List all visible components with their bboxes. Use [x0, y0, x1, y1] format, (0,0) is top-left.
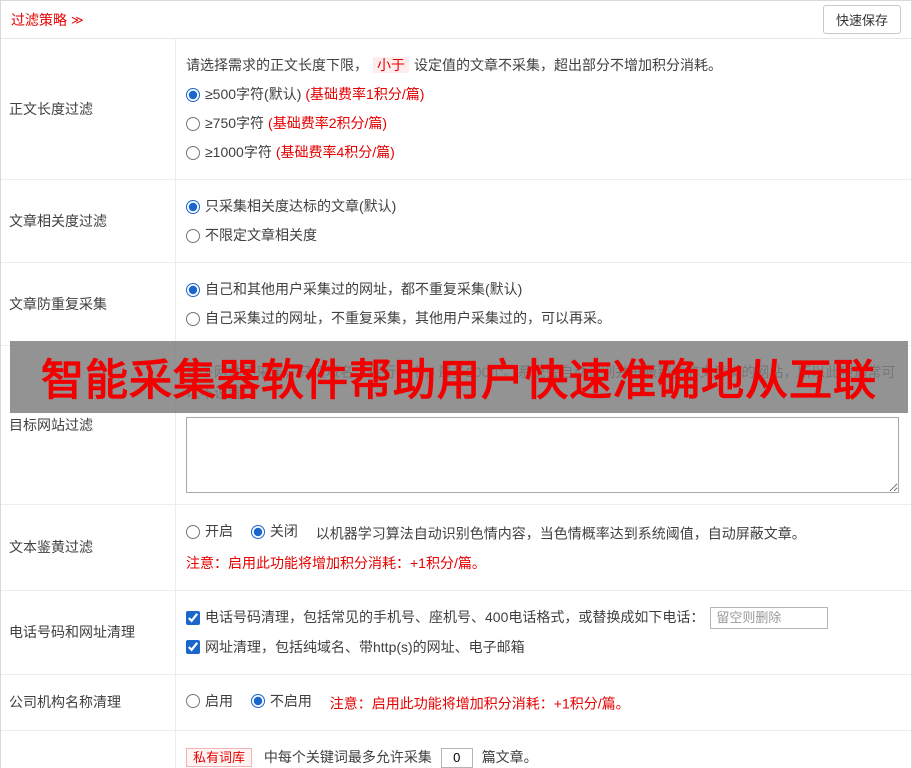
company-disable-option[interactable]: 不启用: [250, 691, 312, 712]
option-text: 不启用: [269, 692, 312, 709]
relevance-content: 只采集相关度达标的文章(默认) 不限定文章相关度: [176, 180, 911, 262]
dedupe-self-radio[interactable]: [186, 311, 200, 326]
phone-url-label: 电话号码和网址清理: [1, 590, 176, 674]
row-dedupe: 文章防重复采集 自己和其他用户采集过的网址，都不重复采集(默认) 自己采集过的网…: [1, 263, 911, 346]
company-note: 注意：启用此功能将增加积分消耗：+1积分/篇。: [329, 695, 630, 711]
option-note: (基础费率4积分/篇): [275, 144, 395, 160]
page-title-wrap[interactable]: 过滤策略 ≫: [11, 10, 84, 30]
row-relevance: 文章相关度过滤 只采集相关度达标的文章(默认) 不限定文章相关度: [1, 180, 911, 263]
length-750-radio[interactable]: [186, 116, 200, 131]
option-text: 开启: [205, 523, 233, 539]
porn-filter-desc: 以机器学习算法自动识别色情内容，当色情概率达到系统阈值，自动屏蔽文章。: [315, 525, 806, 542]
row-keyword-dedupe: 关键词防重复采集 私有词库 中每个关键词最多允许采集 篇文章。 如果留空或设为0…: [1, 731, 911, 768]
row-body-length: 正文长度过滤 请选择需求的正文长度下限， 小于 设定值的文章不采集，超出部分不增加积…: [1, 39, 911, 180]
row-company-clean: 公司机构名称清理 启用 不启用 注意：启用此功能将增加积分消耗：+1积分/篇。: [1, 674, 911, 731]
filter-settings-page: 过滤策略 ≫ 快速保存 正文长度过滤 请选择需求的正文长度下限， 小于 设定值的文章…: [0, 0, 912, 768]
double-chevron-icon[interactable]: ≫: [71, 13, 84, 27]
option-text: 关闭: [269, 523, 298, 539]
intro-post: 设定值的文章不采集，超出部分不增加积分消耗。: [414, 57, 722, 73]
relevance-option-strict[interactable]: 只采集相关度达标的文章(默认): [186, 196, 899, 217]
option-text: ≥500字符(默认): [205, 86, 302, 102]
porn-on-radio[interactable]: [186, 524, 200, 539]
option-text: 自己和其他用户采集过的网址，都不重复采集(默认): [205, 281, 523, 297]
porn-filter-label: 文本鉴黄过滤: [1, 505, 176, 590]
blocked-sites-textarea[interactable]: [186, 417, 899, 493]
length-500-radio[interactable]: [186, 87, 200, 102]
relevance-any-radio[interactable]: [186, 228, 200, 243]
relevance-strict-radio[interactable]: [186, 199, 200, 214]
url-clean-option[interactable]: 网址清理，包括纯域名、带http(s)的网址、电子邮箱: [186, 637, 899, 658]
body-length-intro: 请选择需求的正文长度下限， 小于 设定值的文章不采集，超出部分不增加积分消耗。: [186, 55, 899, 76]
porn-filter-note: 注意：启用此功能将增加积分消耗：+1积分/篇。: [186, 554, 486, 571]
page-title: 过滤策略: [11, 11, 67, 28]
option-text: 网址清理，包括纯域名、带http(s)的网址、电子邮箱: [205, 638, 525, 655]
limit-text-end: 篇文章。: [481, 749, 538, 765]
option-text: ≥1000字符: [205, 144, 272, 160]
keyword-dedupe-label: 关键词防重复采集: [1, 731, 176, 768]
keyword-limit-line: 私有词库 中每个关键词最多允许采集 篇文章。: [186, 747, 899, 768]
company-enable-option[interactable]: 启用: [186, 691, 233, 712]
dedupe-option-self[interactable]: 自己采集过的网址，不重复采集，其他用户采集过的，可以再采。: [186, 308, 899, 329]
porn-filter-options-line: 开启 关闭 以机器学习算法自动识别色情内容，当色情概率达到系统阈值，自动屏蔽文章…: [186, 521, 899, 545]
dedupe-label: 文章防重复采集: [1, 263, 176, 345]
top-bar: 过滤策略 ≫ 快速保存: [1, 1, 911, 39]
row-phone-url-clean: 电话号码和网址清理 电话号码清理，包括常见的手机号、座机号、400电话格式，或替…: [1, 590, 911, 675]
option-note: (基础费率2积分/篇): [268, 115, 388, 131]
watermark-text: 智能采集器软件帮助用户快速准确地从互联: [41, 357, 877, 405]
relevance-label: 文章相关度过滤: [1, 180, 176, 262]
option-text: 电话号码清理，包括常见的手机号、座机号、400电话格式，或替换成如下电话：: [205, 609, 705, 625]
body-length-content: 请选择需求的正文长度下限， 小于 设定值的文章不采集，超出部分不增加积分消耗。 ≥5…: [176, 39, 911, 179]
company-disable-radio[interactable]: [250, 694, 265, 708]
phone-url-content: 电话号码清理，包括常见的手机号、座机号、400电话格式，或替换成如下电话： 网址…: [176, 591, 911, 674]
private-lexicon-tag[interactable]: 私有词库: [186, 748, 253, 767]
length-option-750[interactable]: ≥750字符 (基础费率2积分/篇): [186, 113, 899, 134]
porn-filter-content: 开启 关闭 以机器学习算法自动识别色情内容，当色情概率达到系统阈值，自动屏蔽文章…: [176, 505, 911, 590]
option-text: 只采集相关度达标的文章(默认): [205, 198, 397, 214]
replacement-phone-input[interactable]: [710, 606, 829, 629]
porn-on-option[interactable]: 开启: [186, 521, 233, 542]
phone-clean-checkbox[interactable]: [186, 610, 200, 625]
option-text: 自己采集过的网址，不重复采集，其他用户采集过的，可以再采。: [205, 310, 611, 326]
watermark-banner: 智能采集器软件帮助用户快速准确地从互联: [10, 341, 908, 413]
url-clean-checkbox[interactable]: [186, 640, 200, 654]
limit-text-mid: 中每个关键词最多允许采集: [263, 749, 432, 765]
dedupe-option-global[interactable]: 自己和其他用户采集过的网址，都不重复采集(默认): [186, 279, 899, 300]
option-text: ≥750字符: [205, 115, 265, 131]
row-porn-filter: 文本鉴黄过滤 开启 关闭 以机器学习算法自动识别色情内容，当色情概率达到系统阈值…: [1, 505, 911, 591]
keyword-dedupe-content: 私有词库 中每个关键词最多允许采集 篇文章。 如果留空或设为0，则不限篇数。 如…: [176, 731, 911, 768]
keyword-count-input[interactable]: [440, 747, 473, 768]
length-option-1000[interactable]: ≥1000字符 (基础费率4积分/篇): [186, 142, 899, 163]
body-length-label: 正文长度过滤: [1, 39, 176, 179]
dedupe-global-radio[interactable]: [186, 282, 200, 297]
intro-pre: 请选择需求的正文长度下限，: [186, 57, 368, 73]
phone-clean-line: 电话号码清理，包括常见的手机号、座机号、400电话格式，或替换成如下电话：: [186, 606, 899, 629]
intro-highlight: 小于: [373, 57, 409, 73]
option-note: (基础费率1积分/篇): [305, 86, 425, 102]
phone-clean-option[interactable]: 电话号码清理，包括常见的手机号、座机号、400电话格式，或替换成如下电话：: [186, 607, 704, 628]
quick-save-button[interactable]: 快速保存: [822, 5, 901, 34]
length-1000-radio[interactable]: [186, 145, 200, 160]
company-enable-radio[interactable]: [186, 694, 200, 708]
porn-off-option[interactable]: 关闭: [250, 521, 298, 542]
porn-off-radio[interactable]: [250, 524, 265, 539]
company-clean-label: 公司机构名称清理: [1, 674, 176, 730]
length-option-500[interactable]: ≥500字符(默认) (基础费率1积分/篇): [186, 84, 899, 105]
company-clean-content: 启用 不启用 注意：启用此功能将增加积分消耗：+1积分/篇。: [176, 675, 911, 731]
option-text: 不限定文章相关度: [205, 227, 317, 243]
company-options-line: 启用 不启用 注意：启用此功能将增加积分消耗：+1积分/篇。: [186, 691, 899, 715]
dedupe-content: 自己和其他用户采集过的网址，都不重复采集(默认) 自己采集过的网址，不重复采集，…: [176, 263, 911, 345]
option-text: 启用: [205, 692, 233, 709]
relevance-option-any[interactable]: 不限定文章相关度: [186, 225, 899, 246]
